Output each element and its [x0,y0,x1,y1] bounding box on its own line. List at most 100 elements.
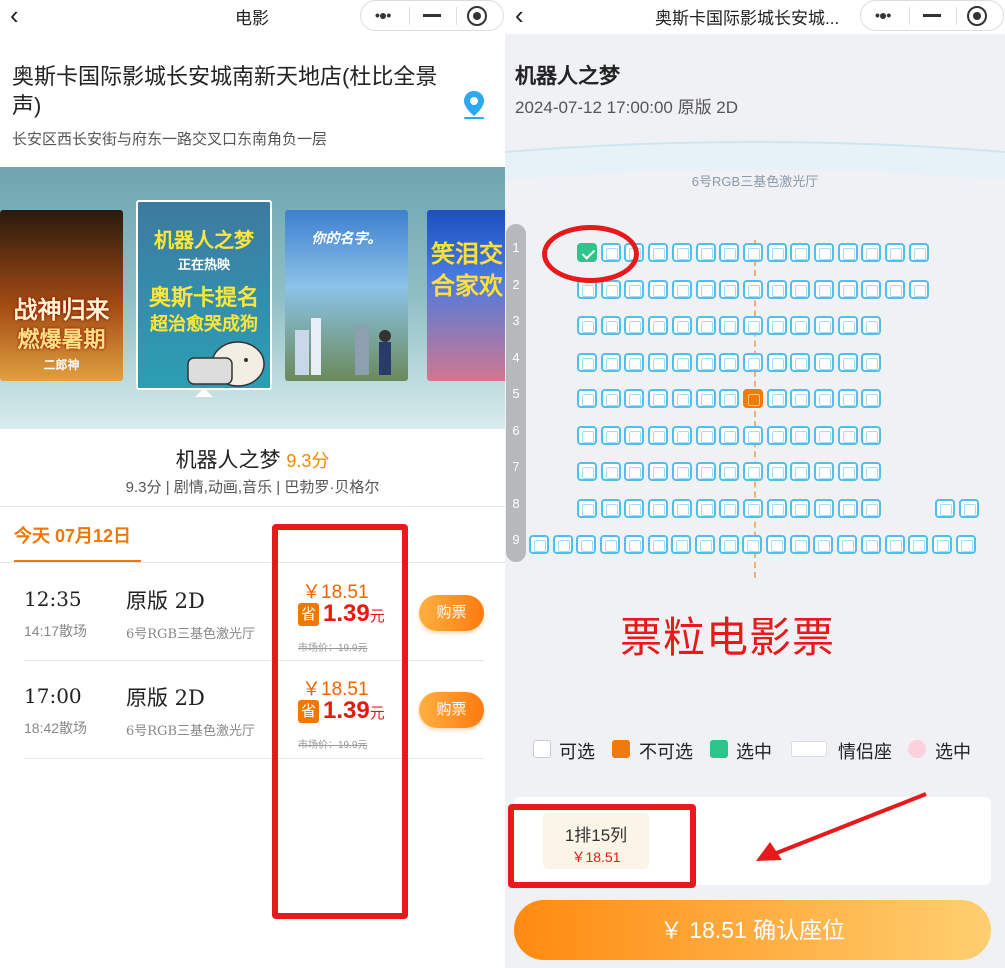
seat[interactable] [861,462,882,481]
seat[interactable] [908,243,929,262]
seat[interactable] [671,498,692,518]
seat[interactable] [814,498,834,518]
seat[interactable] [694,535,715,554]
date-tab-today[interactable]: 今天 07月12日 [14,522,131,548]
back-arrow-icon[interactable]: ‹ [515,2,524,28]
poster-your-name[interactable]: 你的名字。 [285,210,408,381]
seat[interactable] [766,279,787,299]
seat[interactable] [766,243,787,262]
seat[interactable] [789,535,810,554]
seat[interactable] [719,425,740,445]
seat[interactable] [648,425,669,445]
seat[interactable] [766,316,787,335]
seat[interactable] [648,389,669,408]
seat[interactable] [885,243,906,262]
seat[interactable] [576,535,597,554]
seat[interactable] [671,462,692,481]
seat[interactable] [577,425,597,445]
seat[interactable] [671,316,692,335]
seat[interactable] [742,279,763,299]
seat[interactable] [624,279,645,299]
close-target-icon[interactable] [467,6,487,26]
seat[interactable] [695,279,716,299]
seat[interactable] [742,243,763,262]
minimize-icon[interactable] [923,14,941,17]
seat[interactable] [790,462,811,481]
showtime-item[interactable]: 17:00 18:42散场 原版 2D 6号RGB三基色激光厅 ￥18.51 省… [0,660,505,757]
seat[interactable] [719,243,740,262]
more-dots-icon[interactable]: •●• [875,7,891,23]
seat[interactable] [837,425,858,445]
seat[interactable] [719,352,740,372]
seat[interactable] [837,316,858,335]
seat[interactable] [577,389,597,408]
seat[interactable] [648,279,669,299]
seat[interactable] [837,462,858,481]
seat[interactable] [813,535,834,554]
seat[interactable] [671,243,692,262]
poster-robot-dreams[interactable]: 机器人之梦 正在热映 奥斯卡提名 超治愈哭成狗 [136,200,272,390]
seat-sold[interactable] [742,389,763,408]
seat[interactable] [935,498,955,518]
seat[interactable] [648,316,669,335]
seat[interactable] [719,498,740,518]
poster-comedy[interactable]: 笑泪交 合家欢 [427,210,505,381]
more-dots-icon[interactable]: •●• [375,7,391,23]
seat[interactable] [908,535,929,554]
seat[interactable] [814,425,834,445]
seat[interactable] [671,352,692,372]
seat[interactable] [837,498,858,518]
seat[interactable] [671,535,692,554]
seat[interactable] [742,425,763,445]
seat[interactable] [600,316,621,335]
seat[interactable] [719,389,740,408]
seat[interactable] [958,498,979,518]
seat[interactable] [884,535,905,554]
seat[interactable] [695,462,716,481]
seat[interactable] [600,389,621,408]
seat[interactable] [742,316,763,335]
seat[interactable] [552,535,573,554]
seat[interactable] [577,462,597,481]
seat[interactable] [695,425,716,445]
seat[interactable] [766,462,787,481]
seat[interactable] [577,316,597,335]
seat[interactable] [766,425,787,445]
seat[interactable] [529,535,549,554]
seat[interactable] [861,243,882,262]
seat[interactable] [790,352,811,372]
seat[interactable] [695,316,716,335]
seat[interactable] [648,352,669,372]
seat[interactable] [814,352,834,372]
buy-ticket-button[interactable]: 购票 [419,595,484,631]
seat[interactable] [671,425,692,445]
seat[interactable] [790,498,811,518]
seat[interactable] [814,462,834,481]
seat[interactable] [742,535,763,554]
seat[interactable] [837,389,858,408]
seat[interactable] [861,316,882,335]
seat[interactable] [931,535,952,554]
seat[interactable] [837,243,858,262]
seat[interactable] [577,498,597,518]
seat[interactable] [600,352,621,372]
seat[interactable] [648,462,669,481]
close-target-icon[interactable] [967,6,987,26]
poster-zhanshen[interactable]: 战神归来 燃爆暑期 二郎神 [0,210,123,381]
seat[interactable] [861,279,882,299]
seat[interactable] [814,316,834,335]
seat[interactable] [766,535,786,554]
seat[interactable] [814,279,834,299]
seat[interactable] [837,279,858,299]
seat[interactable] [766,498,787,518]
seat[interactable] [718,535,739,554]
back-arrow-icon[interactable]: ‹ [10,2,19,28]
seat[interactable] [861,425,882,445]
poster-carousel[interactable]: 战神归来 燃爆暑期 二郎神 机器人之梦 正在热映 奥斯卡提名 超治愈哭成狗 你的… [0,167,505,429]
showtime-item[interactable]: 12:35 14:17散场 原版 2D 6号RGB三基色激光厅 ￥18.51 省… [0,563,505,660]
seat[interactable] [719,316,740,335]
seat[interactable] [742,352,763,372]
seat[interactable] [837,535,858,554]
seat[interactable] [719,462,740,481]
seat[interactable] [790,243,811,262]
